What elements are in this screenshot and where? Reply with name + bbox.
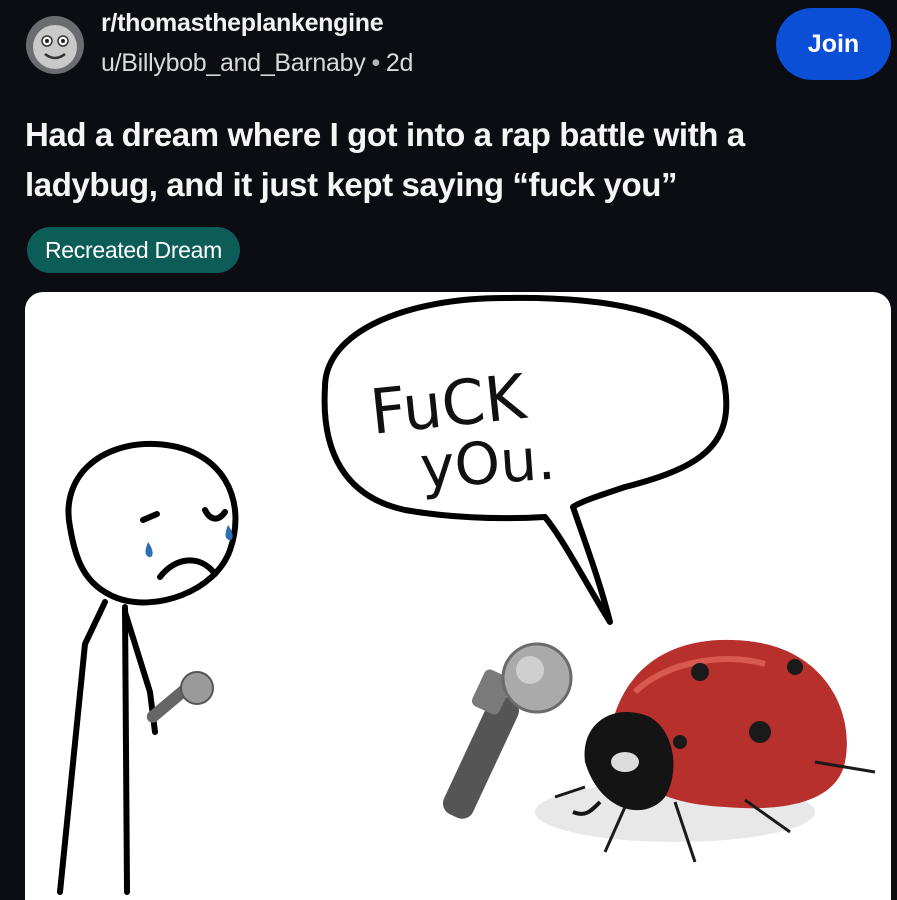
tear-right (225, 525, 233, 541)
post-title[interactable]: Had a dream where I got into a rap battl… (25, 110, 875, 210)
tear-left (145, 542, 153, 558)
speech-text-line2: yOu. (418, 425, 558, 502)
stick-figure (57, 440, 239, 895)
join-button[interactable]: Join (776, 8, 891, 80)
post-age: 2d (385, 49, 414, 77)
author-link[interactable]: u/Billybob_and_Barnaby (101, 49, 366, 77)
thomas-engine-face-icon (26, 16, 84, 74)
ladybug (535, 639, 876, 863)
post-byline: u/Billybob_and_Barnaby • 2d (101, 49, 413, 78)
subreddit-avatar[interactable] (26, 16, 84, 74)
byline-separator: • (371, 49, 380, 77)
stick-figure-microphone (146, 671, 214, 723)
reddit-post-screenshot: r/thomastheplankengine u/Billybob_and_Ba… (0, 0, 897, 900)
post-flair[interactable]: Recreated Dream (27, 227, 241, 273)
post-image[interactable]: FuCK yOu. (25, 292, 891, 900)
ladybug-microphone (442, 642, 573, 819)
subreddit-name[interactable]: r/thomastheplankengine (101, 9, 384, 38)
meme-illustration: FuCK yOu. (57, 294, 876, 895)
